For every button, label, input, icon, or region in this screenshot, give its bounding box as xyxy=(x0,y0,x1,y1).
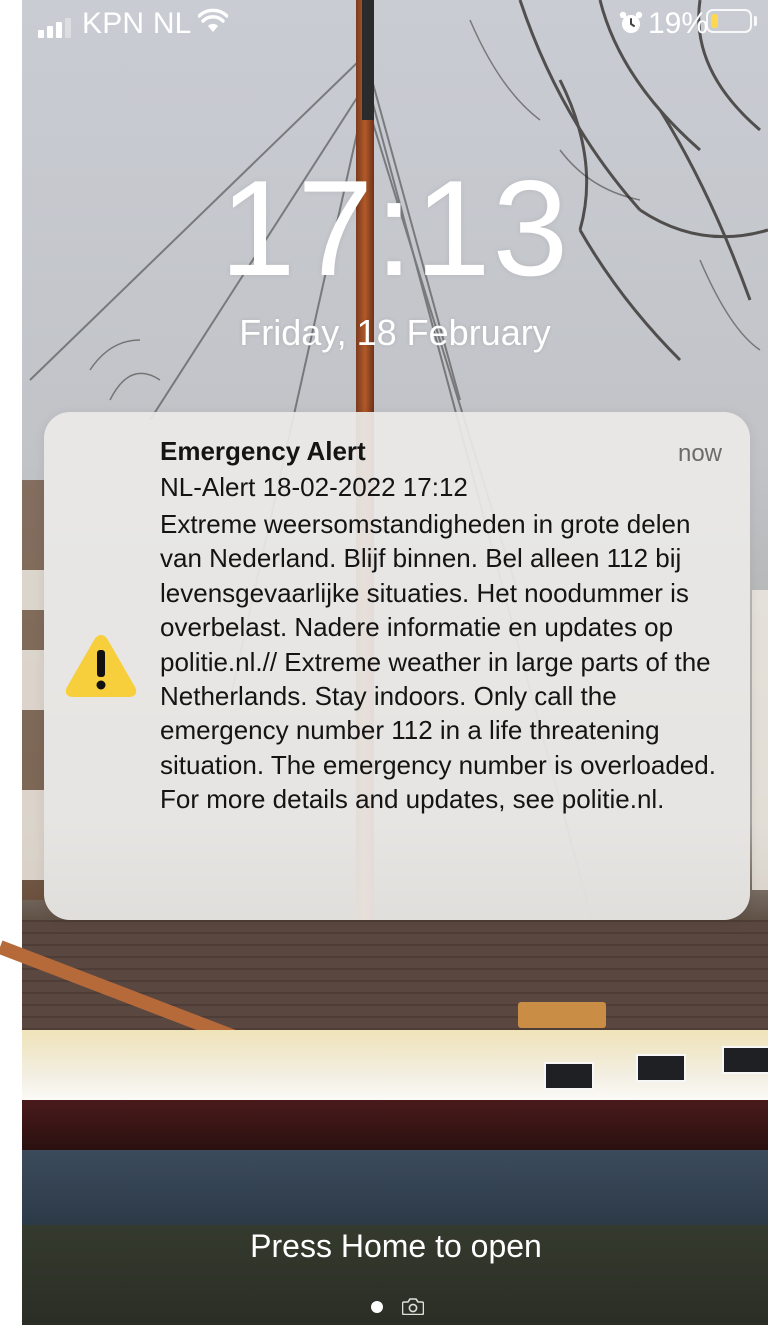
wifi-icon xyxy=(198,8,228,32)
wallpaper-window xyxy=(722,1046,768,1074)
status-bar: KPN NL 19% xyxy=(0,0,768,48)
lock-time: 17:13 xyxy=(219,152,571,304)
lock-date: Friday, 18 February xyxy=(239,312,551,353)
notification-subtitle: NL-Alert 18-02-2022 17:12 xyxy=(160,472,468,502)
wallpaper-window xyxy=(544,1062,594,1090)
signal-icon xyxy=(38,18,71,38)
battery-percent: 19% xyxy=(648,7,709,40)
wallpaper-window xyxy=(636,1054,686,1082)
battery-icon xyxy=(706,9,752,33)
lock-screen: KPN NL 19% 17:13 Friday, 18 February Eme… xyxy=(0,0,768,1325)
camera-icon[interactable] xyxy=(402,1298,424,1315)
carrier-name: KPN NL xyxy=(82,7,192,40)
battery-level xyxy=(711,14,718,28)
notification-body: Extreme weersomstandigheden in grote del… xyxy=(160,509,716,815)
notification-time: now xyxy=(677,440,722,467)
notification-title: Emergency Alert xyxy=(160,436,366,466)
emergency-alert-notification[interactable]: Emergency Alert now NL-Alert 18-02-2022 … xyxy=(44,412,750,920)
wallpaper-quay-wall xyxy=(22,920,768,1040)
page-dot-icon xyxy=(371,1301,383,1313)
alarm-icon xyxy=(619,11,643,33)
battery-cap xyxy=(754,16,757,26)
press-home-prompt: Press Home to open xyxy=(250,1228,542,1264)
warning-icon xyxy=(65,635,137,697)
wallpaper-cabin xyxy=(518,1002,606,1028)
wallpaper-hull xyxy=(22,1150,768,1225)
wallpaper-hull-stripe xyxy=(22,1100,768,1150)
